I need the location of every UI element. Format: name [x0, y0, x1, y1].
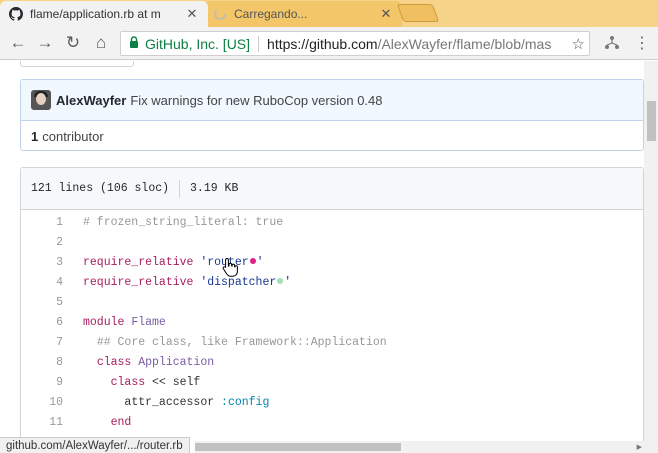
latest-commit: AlexWayfer Fix warnings for new RuboCop …: [21, 80, 643, 121]
line-number[interactable]: 3: [21, 256, 63, 269]
code-text-close: ': [256, 255, 264, 269]
lock-icon: [129, 36, 139, 51]
code-text-tail: :config: [221, 395, 270, 409]
code-text-head: require_relative: [83, 255, 201, 269]
code-text: attr_accessor :config: [63, 396, 269, 409]
scroll-right-icon[interactable]: ▶: [637, 443, 642, 451]
code-line: 2: [21, 232, 643, 252]
code-line: 6 module Flame: [21, 312, 643, 332]
horizontal-scroll-thumb[interactable]: [195, 443, 401, 451]
code-text: module Flame: [63, 316, 166, 329]
code-text-head: class: [110, 375, 146, 389]
hand-pointer-icon: [222, 257, 238, 277]
line-number[interactable]: 7: [21, 336, 63, 349]
tab-close-icon[interactable]: ✕: [184, 6, 200, 22]
commit-box: AlexWayfer Fix warnings for new RuboCop …: [20, 79, 644, 151]
commit-message[interactable]: Fix warnings for new RuboCop version 0.4…: [130, 93, 382, 108]
new-tab-button[interactable]: [396, 4, 440, 22]
line-number[interactable]: 1: [21, 216, 63, 229]
github-icon: [8, 6, 24, 22]
line-number[interactable]: 11: [21, 416, 63, 429]
file-size: 3.19 KB: [190, 182, 239, 195]
contributors-row[interactable]: 1 contributor: [21, 121, 643, 151]
file-header-divider: [179, 179, 181, 198]
dispatcher-link-dot: [277, 278, 284, 285]
line-number[interactable]: 4: [21, 276, 63, 289]
code-line: 4 require_relative 'dispatcher ': [21, 272, 643, 292]
line-number[interactable]: 6: [21, 316, 63, 329]
code-line: 5: [21, 292, 643, 312]
code-text-head: require_relative: [83, 275, 201, 289]
code-line: 11 end: [21, 412, 643, 432]
code-text: end: [110, 415, 132, 429]
code-line: 10 attr_accessor :config: [21, 392, 643, 412]
file-header: 121 lines (106 sloc) 3.19 KB: [21, 168, 643, 210]
contributor-count: 1: [31, 128, 39, 144]
url-host: https://github.com: [267, 35, 378, 52]
vertical-scrollbar[interactable]: [644, 61, 658, 453]
browser-toolbar: ← → ↻ ⌂ GitHub, Inc. [US] https://github…: [0, 27, 658, 60]
code-text: # frozen_string_literal: true: [83, 215, 284, 229]
tab-title: Carregando...: [234, 7, 308, 21]
code-view: 1 # frozen_string_literal: true 2 3 requ…: [21, 210, 643, 432]
avatar[interactable]: [31, 90, 51, 110]
line-number[interactable]: 2: [21, 236, 63, 249]
home-icon[interactable]: ⌂: [91, 33, 111, 53]
status-bar: github.com/AlexWayfer/.../router.rb: [0, 437, 190, 453]
code-line: 3 require_relative 'router ': [21, 252, 643, 272]
contributor-label: contributor: [42, 128, 104, 144]
file-lines: 121 lines (106 sloc): [31, 182, 170, 195]
url-path: /AlexWayfer/flame/blob/mas: [377, 35, 552, 52]
loading-spinner-icon: [212, 6, 228, 22]
forward-icon[interactable]: →: [35, 33, 55, 53]
code-line: 1 # frozen_string_literal: true: [21, 212, 643, 232]
router-link-dot: [249, 258, 256, 265]
code-text-head: attr_accessor: [124, 395, 222, 409]
line-number[interactable]: 10: [21, 396, 63, 409]
secure-org-label: GitHub, Inc. [US]: [145, 35, 251, 52]
address-bar[interactable]: GitHub, Inc. [US] https://github.com/Ale…: [120, 31, 590, 56]
code-text-head: module: [83, 315, 132, 329]
code-text-tail: Flame: [131, 315, 166, 329]
menu-icon[interactable]: ⋮: [634, 33, 650, 53]
bookmark-star-icon[interactable]: ☆: [569, 35, 585, 53]
horizontal-scrollbar[interactable]: ▶: [195, 441, 644, 453]
page-content: AlexWayfer Fix warnings for new RuboCop …: [0, 61, 644, 453]
code-line: 7 ## Core class, like Framework::Applica…: [21, 332, 643, 352]
code-text: ## Core class, like Framework::Applicati…: [96, 335, 387, 349]
commit-author[interactable]: AlexWayfer: [56, 93, 126, 108]
code-line: 9 class << self: [21, 372, 643, 392]
code-text-tail[interactable]: 'dispatcher: [200, 276, 276, 289]
line-number[interactable]: 5: [21, 296, 63, 309]
line-number[interactable]: 9: [21, 376, 63, 389]
code-text-head: class: [96, 355, 139, 369]
extension-icon[interactable]: [602, 33, 622, 53]
code-line: 8 class Application: [21, 352, 643, 372]
vertical-scroll-thumb[interactable]: [647, 101, 656, 141]
branch-select-fragment[interactable]: [20, 61, 134, 67]
tab-strip: flame/application.rb at m ✕ Carregando..…: [0, 0, 658, 27]
tab-active[interactable]: flame/application.rb at m ✕: [0, 1, 208, 27]
tab-loading[interactable]: Carregando... ✕: [204, 1, 402, 27]
line-number[interactable]: 8: [21, 356, 63, 369]
code-text: class Application: [63, 356, 214, 369]
code-text: require_relative 'dispatcher ': [63, 276, 291, 289]
tab-title: flame/application.rb at m: [30, 7, 161, 21]
status-url: github.com/AlexWayfer/.../router.rb: [6, 439, 183, 452]
back-icon[interactable]: ←: [8, 33, 28, 53]
code-text: class << self: [63, 375, 201, 389]
code-text-close: ': [284, 275, 292, 289]
code-text-tail: << self: [145, 375, 201, 389]
reload-icon[interactable]: ↻: [63, 33, 83, 53]
code-text-tail: Application: [138, 355, 215, 369]
file-box: 121 lines (106 sloc) 3.19 KB 1 # frozen_…: [20, 167, 644, 453]
tab-close-icon[interactable]: ✕: [378, 6, 394, 22]
omnibox-divider: [258, 35, 260, 52]
